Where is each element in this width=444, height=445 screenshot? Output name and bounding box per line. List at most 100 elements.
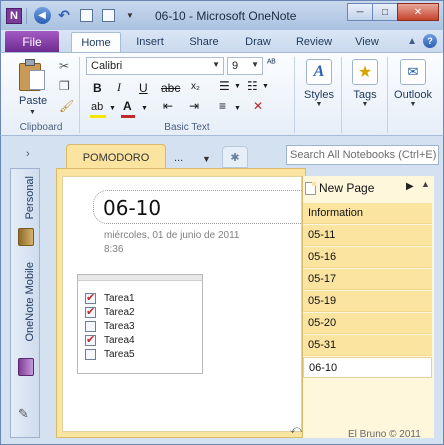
watermark-text: El Bruno © 2011 [348, 429, 421, 440]
ribbon-tab-row: File Home Insert Share Draw Review View … [0, 30, 444, 53]
page-tab[interactable]: 05-11 [303, 225, 432, 246]
help-icon[interactable]: ? [423, 34, 437, 48]
chevron-down-icon[interactable]: ▼ [109, 105, 116, 112]
subscript-icon[interactable]: x₂ [191, 81, 200, 92]
format-painter-icon[interactable]: 🖌 [59, 99, 74, 113]
tags-label: Tags [353, 89, 377, 101]
undo-button[interactable]: ↶ [55, 7, 73, 25]
italic-icon[interactable]: I [117, 80, 121, 95]
minimize-ribbon-icon[interactable]: ▲ [407, 36, 417, 47]
chevron-right-icon[interactable]: ▶ [406, 181, 414, 192]
page-tab[interactable]: 05-16 [303, 247, 432, 268]
maximize-button[interactable]: □ [372, 3, 398, 21]
highlight-color-icon[interactable]: ab [91, 101, 103, 113]
page-tab-current[interactable]: 06-10 [303, 357, 432, 378]
ribbon-right-controls: ▲ ? [401, 34, 437, 48]
ribbon-home: Paste ▼ ✂ ❐ 🖌 Clipboard Calibri ▼ 9 ▼ ᴬᴮ B… [0, 52, 444, 136]
tab-insert[interactable]: Insert [127, 32, 173, 52]
underline-icon[interactable]: U [139, 81, 148, 95]
strikethrough-icon[interactable]: abc [161, 81, 180, 95]
tab-draw[interactable]: Draw [235, 32, 281, 52]
more-sections-button[interactable]: ... [174, 152, 183, 164]
full-page-view-button[interactable] [99, 7, 117, 25]
paste-dropdown-icon[interactable]: ▼ [29, 109, 36, 116]
font-size-select[interactable]: 9 ▼ [227, 57, 263, 75]
tab-share[interactable]: Share [181, 32, 227, 52]
title-bar: N ◀ ↶ ▼ 06-10 - Microsoft OneNote ─ □ ✕ [0, 0, 444, 30]
cut-icon[interactable]: ✂ [59, 59, 69, 73]
notebook-personal[interactable]: Personal [24, 176, 36, 219]
chevron-down-icon[interactable]: ▼ [234, 83, 241, 90]
task-item[interactable]: Tarea2 [85, 305, 135, 319]
page-options-icon[interactable]: ⤺ [290, 424, 302, 437]
chevron-down-icon: ▼ [212, 60, 220, 69]
expand-navigation-icon[interactable]: › [26, 148, 30, 160]
task-item[interactable]: Tarea4 [85, 333, 135, 347]
outlook-button[interactable]: ✉ Outlook ▼ [389, 57, 437, 133]
paste-icon[interactable] [19, 59, 45, 91]
task-item[interactable]: Tarea1 [85, 291, 135, 305]
tab-review[interactable]: Review [289, 32, 339, 52]
chevron-down-icon[interactable]: ▼ [234, 105, 241, 112]
chevron-down-icon[interactable]: ▼ [262, 83, 269, 90]
tab-file[interactable]: File [5, 31, 59, 52]
onenote-app-icon[interactable]: N [6, 7, 22, 24]
chevron-down-icon[interactable]: ▼ [141, 105, 148, 112]
note-container-handle[interactable] [78, 275, 202, 281]
copy-icon[interactable]: ❐ [59, 79, 70, 93]
page-title[interactable]: 06-10 [103, 196, 161, 220]
new-section-tab[interactable]: ✱ [222, 146, 248, 168]
page-tab[interactable]: 05-20 [303, 313, 432, 334]
section-tab-pomodoro[interactable]: POMODORO [66, 144, 166, 170]
task-item[interactable]: Tarea3 [85, 319, 135, 333]
task-checkbox[interactable] [85, 305, 96, 318]
full-page-icon [101, 9, 115, 22]
styles-button[interactable]: A Styles ▼ [297, 57, 341, 133]
window-title: 06-10 - Microsoft OneNote [155, 9, 296, 23]
task-item[interactable]: Tarea5 [85, 347, 135, 361]
tags-button[interactable]: ★ Tags ▼ [343, 57, 387, 133]
back-button[interactable]: ◀ [33, 7, 51, 25]
decrease-indent-icon[interactable]: ⇤ [163, 99, 173, 113]
increase-indent-icon[interactable]: ⇥ [189, 99, 199, 113]
note-container[interactable]: Tarea1 Tarea2 Tarea3 Tarea4 Tarea5 [77, 274, 203, 374]
notebook-personal-icon[interactable] [18, 228, 34, 246]
paste-button[interactable]: Paste [19, 95, 47, 107]
task-checkbox[interactable] [85, 348, 96, 360]
bullet-list-icon[interactable]: ☰ [219, 79, 230, 93]
page-tab-information[interactable]: Information [303, 203, 432, 224]
numbered-list-icon[interactable]: ☷ [247, 79, 258, 93]
undo-icon: ↶ [58, 7, 70, 23]
tab-view[interactable]: View [347, 32, 387, 52]
font-name-select[interactable]: Calibri ▼ [86, 57, 224, 75]
notebook-onenote-mobile-icon[interactable] [18, 358, 34, 376]
scroll-up-icon[interactable]: ▲ [421, 179, 430, 189]
tab-home[interactable]: Home [71, 32, 121, 53]
font-color-icon[interactable]: A [123, 99, 132, 113]
delete-icon[interactable]: ✕ [253, 99, 263, 113]
minimize-button[interactable]: ─ [347, 3, 373, 21]
unfiled-notes-icon[interactable]: ✎ [18, 406, 29, 422]
group-separator [79, 57, 80, 133]
close-button[interactable]: ✕ [397, 3, 439, 21]
chevron-down-icon[interactable]: ▼ [202, 154, 211, 164]
group-separator [387, 57, 388, 133]
dock-to-desktop-button[interactable] [77, 7, 95, 25]
customize-toolbar-button[interactable]: ▼ [121, 7, 139, 25]
notebook-onenote-mobile[interactable]: OneNote Mobile [24, 262, 36, 342]
page-tab[interactable]: 05-17 [303, 269, 432, 290]
clear-formatting-icon[interactable]: ᴬᴮ [267, 58, 276, 69]
page-tab[interactable]: 05-19 [303, 291, 432, 312]
styles-label: Styles [304, 89, 334, 101]
bold-icon[interactable]: B [93, 81, 102, 95]
task-checkbox[interactable] [85, 291, 96, 304]
page-tab[interactable]: 05-31 [303, 335, 432, 356]
outlook-icon: ✉ [400, 59, 426, 85]
new-page-button[interactable]: New Page [305, 179, 374, 197]
search-input[interactable]: Search All Notebooks (Ctrl+E) [286, 145, 439, 165]
task-checkbox[interactable] [85, 320, 96, 332]
font-size-value: 9 [232, 60, 239, 72]
chevron-down-icon: ▼ [361, 101, 369, 108]
task-checkbox[interactable] [85, 333, 96, 346]
align-icon[interactable]: ≡ [219, 99, 226, 113]
